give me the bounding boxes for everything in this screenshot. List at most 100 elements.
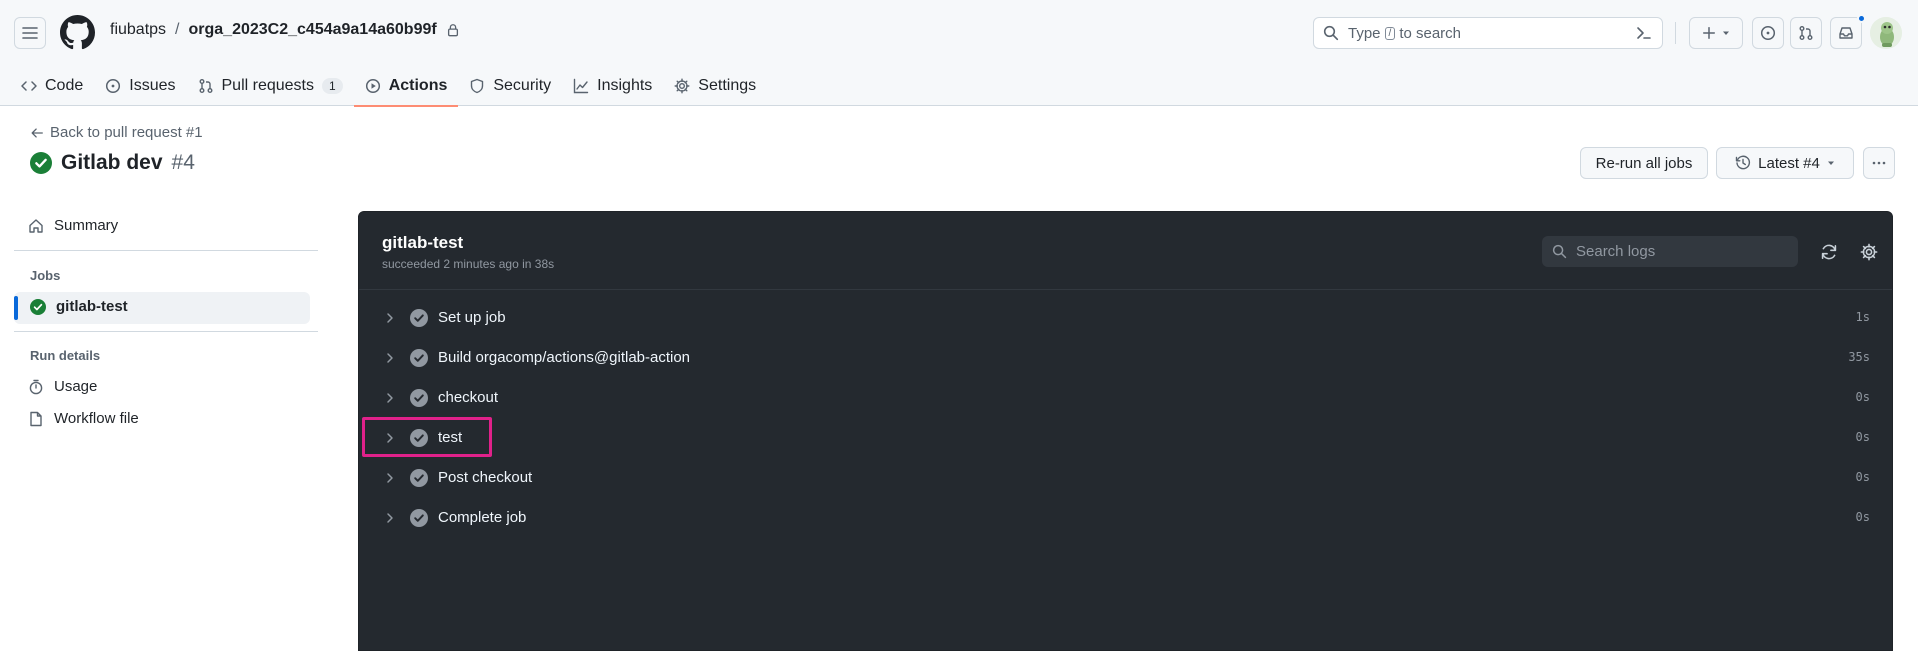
step-build-action[interactable]: Build orgacomp/actions@gitlab-action 35s [359,338,1892,378]
rerun-all-jobs-label: Re-run all jobs [1595,154,1693,172]
chevron-right-icon [387,353,393,363]
create-new-button[interactable] [1689,17,1743,49]
global-search-input[interactable]: Type / to search [1313,17,1663,49]
step-checkout[interactable]: checkout 0s [359,378,1892,418]
step-duration: 1s [1855,310,1870,324]
chevron-right-icon [387,513,393,523]
sidebar-item-summary[interactable]: Summary [28,217,118,234]
step-duration: 35s [1848,350,1870,364]
sidebar-item-gitlab-test[interactable]: gitlab-test [30,298,128,315]
sidebar-heading-jobs: Jobs [30,268,61,283]
tab-pull-requests-label: Pull requests [221,77,315,94]
check-circle-fill-icon [30,298,46,315]
breadcrumb-separator: / [175,21,180,38]
job-steps-list: Set up job 1s Build orgacomp/actions@git… [359,298,1892,538]
tab-code[interactable]: Code [10,66,94,106]
avatar-image [1870,17,1902,49]
step-set-up-job[interactable]: Set up job 1s [359,298,1892,338]
sidebar-usage-label: Usage [54,378,98,395]
tab-actions-label: Actions [388,77,448,94]
breadcrumb-repo[interactable]: orga_2023C2_c454a9a14a60b99f [189,21,437,39]
search-prefix: Type [1348,24,1381,42]
step-complete-job[interactable]: Complete job 0s [359,498,1892,538]
triangle-down-icon [1723,31,1729,35]
shield-icon [471,78,484,94]
pull-requests-button[interactable] [1790,17,1822,49]
refresh-icon[interactable] [1820,243,1838,261]
tab-code-label: Code [45,77,84,94]
page-title: Gitlab dev #4 [30,151,195,175]
step-test[interactable]: test 0s [359,418,1892,458]
latest-attempt-dropdown[interactable]: Latest #4 [1716,147,1854,179]
step-label: Complete job [438,509,527,526]
job-title: gitlab-test [382,233,464,252]
search-suffix: to search [1399,24,1462,42]
issues-button[interactable] [1752,17,1784,49]
file-icon [30,411,42,426]
tab-actions[interactable]: Actions [353,66,459,107]
global-header: fiubatps / orga_2023C2_c454a9a14a60b99f … [0,0,1918,107]
git-pull-request-icon [1799,26,1813,40]
graph-icon [573,78,589,94]
tab-insights-label: Insights [597,77,653,94]
rerun-all-jobs-button[interactable]: Re-run all jobs [1580,147,1708,179]
chevron-right-icon [387,473,393,483]
chevron-right-icon [387,393,393,403]
back-to-pull-request-link[interactable]: Back to pull request #1 [30,124,203,141]
gear-icon [674,78,690,94]
sidebar-workflow-file-label: Workflow file [54,410,139,427]
step-duration: 0s [1855,390,1870,404]
issue-opened-icon [106,78,121,94]
inbox-button[interactable] [1830,17,1862,49]
tab-settings-label: Settings [698,77,757,94]
breadcrumb-owner[interactable]: fiubatps [110,21,166,39]
check-circle-icon [410,389,428,407]
gear-icon[interactable] [1860,243,1878,261]
step-duration: 0s [1855,470,1870,484]
hamburger-icon [22,27,38,39]
command-palette-icon[interactable] [1636,25,1652,41]
pull-requests-counter: 1 [322,78,343,94]
sidebar-heading-run-details: Run details [30,348,101,363]
step-label: Build orgacomp/actions@gitlab-action [438,349,691,366]
triangle-down-icon [1827,161,1834,165]
history-icon [1735,155,1751,170]
back-link-label: Back to pull request #1 [50,124,203,141]
tab-insights[interactable]: Insights [562,66,663,106]
step-label: Set up job [438,309,506,326]
step-duration: 0s [1855,430,1870,444]
check-circle-icon [410,509,428,527]
check-circle-icon [410,469,428,487]
run-number: #4 [171,151,195,174]
sidebar-item-workflow-file[interactable]: Workflow file [28,410,139,427]
menu-button[interactable] [14,17,46,49]
github-logo-icon[interactable] [60,15,95,50]
tab-settings[interactable]: Settings [663,66,767,106]
tab-issues-label: Issues [129,77,176,94]
avatar[interactable] [1870,17,1902,49]
run-title: Gitlab dev [61,151,163,174]
sidebar-job-label: gitlab-test [56,298,128,315]
search-logs-input[interactable]: Search logs [1542,236,1798,267]
lock-icon [447,24,458,37]
repo-nav-tabs: Code Issues Pull requests 1 Actions Secu… [10,66,767,107]
check-circle-fill-icon [30,152,52,174]
chevron-right-icon [387,313,393,323]
tab-pull-requests[interactable]: Pull requests 1 [187,66,354,106]
issue-opened-icon [1760,25,1776,41]
tab-security[interactable]: Security [458,66,562,106]
inbox-icon [1839,27,1853,39]
step-label: test [438,429,463,446]
stopwatch-icon [29,379,43,394]
code-icon [21,81,37,91]
step-post-checkout[interactable]: Post checkout 0s [359,458,1892,498]
plus-icon [1703,27,1715,39]
tab-issues[interactable]: Issues [94,66,186,106]
step-label: checkout [438,389,499,406]
sidebar-item-usage[interactable]: Usage [28,378,97,395]
search-shortcut-key: / [1384,26,1396,40]
search-logs-placeholder: Search logs [1576,243,1656,260]
header-top-row: fiubatps / orga_2023C2_c454a9a14a60b99f … [0,0,1918,66]
play-icon [365,78,380,94]
more-options-button[interactable] [1863,147,1895,179]
